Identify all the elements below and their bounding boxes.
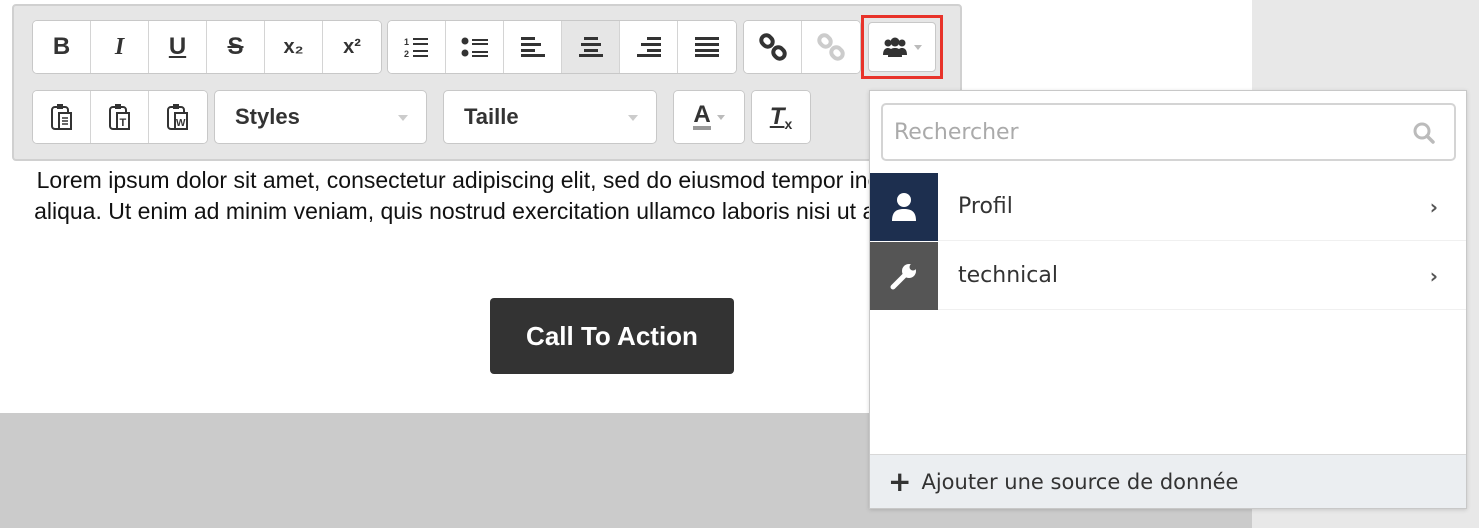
align-center-button[interactable] (562, 21, 620, 73)
svg-text:T: T (119, 117, 126, 129)
chevron-down-icon (628, 115, 638, 121)
paste-text-button[interactable]: T (91, 91, 149, 143)
bulleted-list-icon (461, 37, 488, 57)
superscript-button[interactable]: x² (323, 21, 381, 73)
chevron-down-icon (914, 44, 922, 50)
bulleted-list-button[interactable] (446, 21, 504, 73)
strikethrough-icon: S (227, 33, 244, 60)
search-placeholder: Rechercher (894, 119, 1019, 145)
subscript-button[interactable]: x₂ (265, 21, 323, 73)
paste-word-button[interactable]: W (149, 91, 207, 143)
bold-button[interactable]: B (33, 21, 91, 73)
strikethrough-button[interactable]: S (207, 21, 265, 73)
item-label: technical (958, 263, 1058, 288)
underline-button[interactable]: U (149, 21, 207, 73)
plus-icon: + (888, 465, 912, 498)
user-icon (870, 172, 938, 241)
paste-group: T W (32, 90, 208, 144)
align-center-icon (578, 37, 603, 57)
datasource-item-profil[interactable]: Profil › (870, 172, 1466, 241)
link-button[interactable] (744, 21, 802, 73)
paste-text-icon: T (108, 104, 130, 130)
chevron-right-icon: › (1429, 263, 1438, 288)
superscript-icon: x² (343, 35, 361, 58)
clear-format-group: Tx (751, 90, 811, 144)
align-left-button[interactable] (504, 21, 562, 73)
chevron-down-icon (398, 115, 408, 121)
underline-icon: U (168, 33, 187, 60)
search-icon (1413, 122, 1435, 144)
styles-dropdown[interactable]: Styles (214, 90, 427, 144)
add-datasource-button[interactable]: + Ajouter une source de donnée (870, 454, 1466, 508)
paste-icon (50, 104, 72, 130)
add-datasource-label: Ajouter une source de donnée (921, 469, 1239, 494)
size-label: Taille (464, 104, 519, 129)
search-input[interactable]: Rechercher (881, 103, 1456, 161)
format-group: B I U S x₂ x² (32, 20, 382, 74)
align-left-icon (520, 37, 545, 57)
svg-text:2: 2 (404, 49, 409, 58)
unlink-button[interactable] (802, 21, 860, 73)
text-color-button[interactable]: A (674, 91, 744, 143)
text-color-icon: A (693, 101, 711, 130)
align-right-icon (636, 37, 661, 57)
italic-icon: I (114, 33, 125, 60)
users-icon (883, 37, 907, 57)
clear-format-icon: T (769, 103, 785, 130)
svg-text:W: W (176, 118, 186, 129)
svg-text:1: 1 (404, 37, 409, 47)
list-align-group: 12 (387, 20, 737, 74)
size-dropdown[interactable]: Taille (443, 90, 657, 144)
link-icon (758, 33, 787, 61)
item-label: Profil (958, 194, 1013, 219)
link-group (743, 20, 861, 74)
subscript-icon: x₂ (283, 35, 304, 58)
datasource-button[interactable] (868, 22, 936, 72)
align-right-button[interactable] (620, 21, 678, 73)
datasource-item-technical[interactable]: technical › (870, 241, 1466, 310)
align-justify-icon (695, 37, 719, 57)
align-justify-button[interactable] (678, 21, 736, 73)
paste-button[interactable] (33, 91, 91, 143)
clear-format-button[interactable]: Tx (752, 91, 810, 143)
datasource-dropdown-panel: Rechercher Profil › technical › + Ajoute… (869, 90, 1467, 509)
styles-label: Styles (235, 104, 300, 129)
chevron-down-icon (716, 114, 725, 120)
numbered-list-button[interactable]: 12 (388, 21, 446, 73)
text-color-group: A (673, 90, 745, 144)
unlink-icon (817, 33, 845, 61)
paste-word-icon: W (167, 104, 188, 130)
call-to-action-button[interactable]: Call To Action (490, 298, 734, 374)
italic-button[interactable]: I (91, 21, 149, 73)
datasource-button-highlight[interactable] (861, 15, 943, 79)
bold-icon: B (52, 33, 71, 60)
rich-text-toolbar: B I U S x₂ x² 12 T W Styles Taille A Tx (12, 4, 962, 161)
wrench-icon (870, 241, 938, 310)
chevron-right-icon: › (1429, 194, 1438, 219)
numbered-list-icon: 12 (404, 37, 428, 58)
